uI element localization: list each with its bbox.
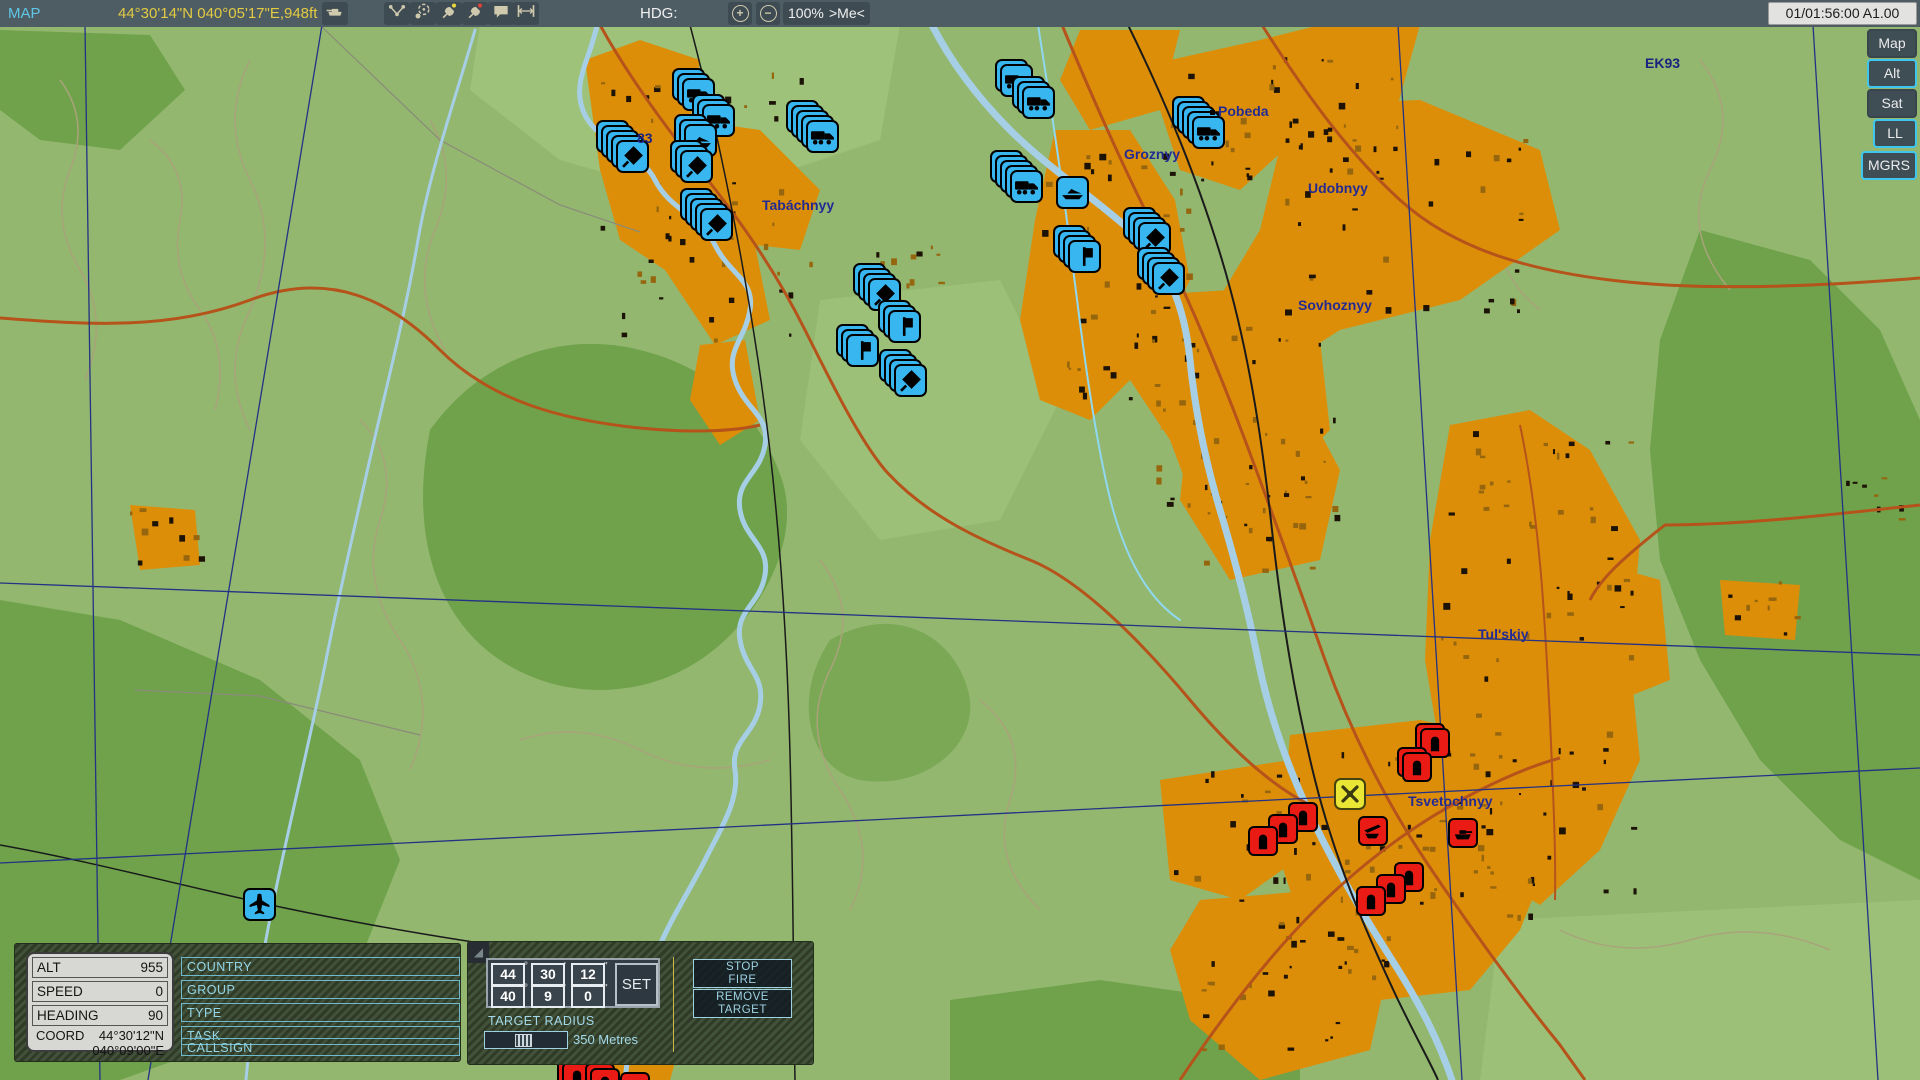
- target-coordinate-grid: 44 ° 30 ' 12 " 40 ° 9 ' 0 " SET: [486, 958, 660, 1008]
- message-tool-button[interactable]: [488, 2, 514, 25]
- grid-square-label: EK93: [1645, 55, 1680, 71]
- unit-diamond[interactable]: [680, 150, 713, 183]
- unit-rotor[interactable]: [1334, 778, 1366, 810]
- type-field: TYPE: [181, 1003, 460, 1022]
- target-radius-slider[interactable]: [484, 1031, 568, 1049]
- min-mark: ': [564, 983, 566, 994]
- lon-sec-input[interactable]: 0: [571, 985, 605, 1008]
- unit-truck[interactable]: [1010, 170, 1043, 203]
- town-label: Groznyy: [1124, 146, 1180, 162]
- target-radius-value: 350 Metres: [573, 1032, 638, 1047]
- sat-layer-button[interactable]: Sat: [1867, 89, 1917, 118]
- unit-mlrs[interactable]: [1358, 816, 1388, 846]
- unit-diamond[interactable]: [894, 364, 927, 397]
- unit-bunker[interactable]: [620, 1072, 650, 1080]
- ll-coords-button[interactable]: LL: [1873, 119, 1917, 148]
- unit-flag[interactable]: [846, 334, 879, 367]
- targeting-tool-button[interactable]: [410, 2, 436, 25]
- telemetry-box: ALT955 SPEED0 HEADING90 COORD 44°30'12"N…: [26, 952, 174, 1052]
- zoom-in-button[interactable]: +: [728, 2, 752, 25]
- lat-deg-input[interactable]: 44: [491, 963, 525, 986]
- group-field: GROUP: [181, 980, 460, 999]
- radar-yellow-icon: [439, 1, 459, 26]
- lat-min-input[interactable]: 30: [531, 963, 565, 986]
- slider-handle[interactable]: [515, 1034, 532, 1047]
- town-label: Udobnyy: [1308, 180, 1368, 196]
- unit-diamond[interactable]: [1152, 262, 1185, 295]
- unit-bunker[interactable]: [1356, 886, 1386, 916]
- measure-tool-button[interactable]: [513, 2, 539, 25]
- coord-row: COORD 44°30'12"N040°09'00"E: [36, 1028, 164, 1058]
- sec-mark: ": [604, 961, 608, 972]
- target-control-panel: ◢ 44 ° 30 ' 12 " 40 ° 9 ' 0 " SET TARGET…: [467, 941, 814, 1065]
- deg-mark: °: [524, 983, 528, 994]
- unit-boat[interactable]: [1056, 176, 1089, 209]
- zoom-out-button[interactable]: −: [756, 2, 780, 25]
- cursor-coordinates: 44°30'14"N 040°05'17"E,948ft: [118, 5, 317, 22]
- map-layer-button[interactable]: Map: [1867, 29, 1917, 58]
- town-marker-dot: [1210, 110, 1215, 115]
- radar-on-button[interactable]: [436, 2, 462, 25]
- unit-truck[interactable]: [1022, 86, 1055, 119]
- mgrs-coords-button[interactable]: MGRS: [1861, 151, 1917, 180]
- lon-min-input[interactable]: 9: [531, 985, 565, 1008]
- sec-mark: ": [604, 983, 608, 994]
- unit-truck[interactable]: [1192, 116, 1225, 149]
- lat-sec-input[interactable]: 12: [571, 963, 605, 986]
- unit-bunker[interactable]: [1248, 826, 1278, 856]
- route-icon: [387, 1, 407, 26]
- unit-bunker[interactable]: [1402, 752, 1432, 782]
- unit-filter-button[interactable]: [322, 2, 348, 25]
- callsign-field: CALLSIGN: [181, 1038, 460, 1056]
- unit-flag[interactable]: [1068, 240, 1101, 273]
- heading-label: HDG:: [640, 5, 678, 22]
- message-icon: [491, 1, 511, 26]
- target-radius-label: TARGET RADIUS: [488, 1014, 595, 1028]
- ruler-icon: [516, 1, 536, 26]
- center-on-me-button[interactable]: >Me<: [824, 2, 870, 25]
- panel-divider: [673, 957, 674, 1052]
- zoom-level-display: 100%: [783, 2, 829, 25]
- country-field: COUNTRY: [181, 957, 460, 976]
- unit-diamond[interactable]: [700, 208, 733, 241]
- radar-red-icon: [465, 1, 485, 26]
- route-tool-button[interactable]: [384, 2, 410, 25]
- target-gear-icon: [413, 1, 433, 26]
- speed-row: SPEED0: [32, 981, 168, 1002]
- lon-deg-input[interactable]: 40: [491, 985, 525, 1008]
- min-mark: ': [564, 961, 566, 972]
- heading-row: HEADING90: [32, 1005, 168, 1026]
- map-mode-label: MAP: [8, 5, 41, 22]
- grid-square-label: 83: [637, 130, 653, 146]
- alt-layer-button[interactable]: Alt: [1867, 59, 1917, 88]
- town-label: Tsvetochnyy: [1408, 793, 1493, 809]
- unit-flag[interactable]: [888, 310, 921, 343]
- alt-row: ALT955: [32, 957, 168, 978]
- town-label: Pobeda: [1210, 103, 1269, 119]
- set-coordinates-button[interactable]: SET: [615, 963, 658, 1006]
- town-label: Tabáchnyy: [762, 197, 834, 213]
- map-overlay: Tabáchnyy Groznyy Pobeda Udobnyy Sovhoznyy Tu…: [0, 0, 1920, 1080]
- mission-time-display: 01/01:56:00 A1.00: [1768, 2, 1917, 25]
- town-label: Sovhoznyy: [1298, 297, 1372, 313]
- unit-info-panel: ALT955 SPEED0 HEADING90 COORD 44°30'12"N…: [14, 943, 461, 1062]
- tank-icon: [325, 1, 345, 26]
- radar-off-button[interactable]: [462, 2, 488, 25]
- unit-tank[interactable]: [1448, 818, 1478, 848]
- unit-truck[interactable]: [806, 120, 839, 153]
- stop-fire-button[interactable]: STOPFIRE: [693, 959, 792, 988]
- dcs-f10-map-screen: Tabáchnyy Groznyy Pobeda Udobnyy Sovhoznyy Tu…: [0, 0, 1920, 1080]
- remove-target-button[interactable]: REMOVETARGET: [693, 989, 792, 1018]
- town-label: Tul'skiy: [1478, 626, 1529, 642]
- unit-bunker[interactable]: [590, 1068, 620, 1080]
- deg-mark: °: [524, 961, 528, 972]
- top-toolbar: MAP 44°30'14"N 040°05'17"E,948ft HDG: + …: [0, 0, 1920, 27]
- unit-aircraft[interactable]: [243, 888, 276, 921]
